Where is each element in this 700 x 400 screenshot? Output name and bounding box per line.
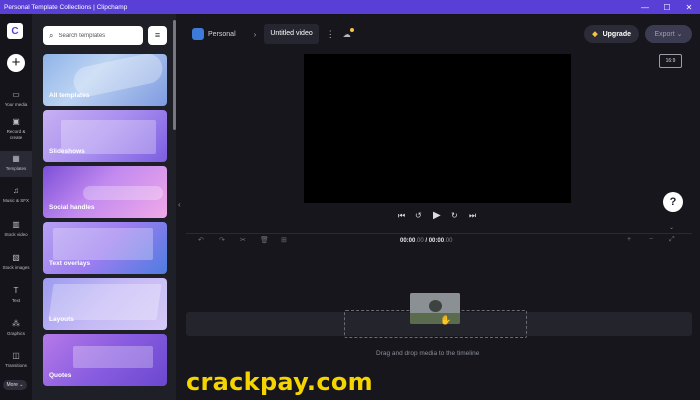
filter-button[interactable]: ≡ xyxy=(148,26,167,45)
add-to-library-icon[interactable]: ⊞ xyxy=(281,236,287,244)
undo-icon[interactable]: ↶ xyxy=(198,236,204,244)
rail-item-templates[interactable]: ▦ Templates xyxy=(0,151,32,177)
drop-hint-text: Drag and drop media to the timeline xyxy=(376,350,480,357)
close-button[interactable]: ✕ xyxy=(678,0,700,14)
card-decoration xyxy=(73,346,153,368)
film-icon: ▥ xyxy=(12,220,20,229)
split-icon[interactable]: ✂ xyxy=(240,236,246,244)
workspace-name[interactable]: Personal xyxy=(208,31,236,38)
project-name[interactable]: Untitled video xyxy=(264,24,319,44)
forward-5s-icon[interactable]: ↻ xyxy=(451,211,458,220)
image-icon: ▧ xyxy=(12,253,20,262)
rail-item-your-media[interactable]: ▭ Your media xyxy=(0,90,32,108)
breadcrumb-chevron-icon: › xyxy=(253,29,257,39)
rail-item-text[interactable]: T Text xyxy=(0,286,32,304)
workspace-icon xyxy=(192,28,204,40)
camera-icon: ▣ xyxy=(12,117,20,126)
skip-forward-icon[interactable]: ⏭ xyxy=(469,211,476,221)
card-decoration xyxy=(48,284,162,320)
rail-item-record-create[interactable]: ▣ Record & create xyxy=(0,117,32,140)
folder-icon: ▭ xyxy=(12,90,20,99)
aspect-ratio-button[interactable]: 16:9 xyxy=(659,54,682,68)
templates-panel: ⌕ ≡ All templates Slideshows Social hand… xyxy=(32,14,176,400)
maximize-button[interactable]: ☐ xyxy=(656,0,678,14)
templates-icon: ▦ xyxy=(12,154,20,163)
window-title: Personal Template Collections | Clipcham… xyxy=(4,3,128,11)
sync-status-dot xyxy=(349,27,354,32)
rail-item-music-sfx[interactable]: ♫ Music & SFX xyxy=(0,186,32,204)
fit-timeline-icon[interactable]: ⤢ xyxy=(669,236,675,244)
video-preview[interactable] xyxy=(304,54,571,203)
template-card-quotes[interactable]: Quotes xyxy=(43,334,167,386)
timecode: 00:00.00 / 00:00.00 xyxy=(400,238,453,244)
transitions-icon: ◫ xyxy=(12,351,20,360)
template-card-social-handles[interactable]: Social handles xyxy=(43,166,167,218)
skip-back-icon[interactable]: ⏮ xyxy=(398,211,405,221)
card-decoration xyxy=(53,228,153,260)
diamond-icon: ◆ xyxy=(592,31,598,38)
grab-cursor-icon: ✋ xyxy=(440,315,452,325)
search-icon: ⌕ xyxy=(49,30,54,40)
text-icon: T xyxy=(13,286,19,295)
clipchamp-logo: C xyxy=(7,23,23,39)
export-button[interactable]: Export ⌄ xyxy=(645,25,692,43)
help-collapse-icon[interactable]: ⌄ xyxy=(669,224,674,231)
rewind-5s-icon[interactable]: ↺ xyxy=(415,211,422,220)
search-input[interactable] xyxy=(58,32,134,39)
template-card-slideshows[interactable]: Slideshows xyxy=(43,110,167,162)
delete-icon[interactable]: 🗑 xyxy=(260,236,269,244)
left-rail: C + ▭ Your media ▣ Record & create ▦ Tem… xyxy=(0,14,32,400)
redo-icon[interactable]: ↷ xyxy=(219,236,225,244)
filter-icon: ≡ xyxy=(154,30,161,40)
card-decoration xyxy=(83,186,163,200)
title-bar: Personal Template Collections | Clipcham… xyxy=(0,0,700,14)
template-card-text-overlays[interactable]: Text overlays xyxy=(43,222,167,274)
minimize-button[interactable]: — xyxy=(634,0,656,14)
search-box[interactable]: ⌕ xyxy=(43,26,143,45)
rail-item-stock-video[interactable]: ▥ Stock video xyxy=(0,220,32,238)
music-icon: ♫ xyxy=(13,186,19,195)
template-card-layouts[interactable]: Layouts xyxy=(43,278,167,330)
rail-item-graphics[interactable]: ⁂ Graphics xyxy=(0,319,32,337)
upgrade-button[interactable]: ◆ Upgrade xyxy=(584,25,639,43)
more-options-icon[interactable]: ⋮ xyxy=(326,29,335,40)
play-icon[interactable]: ▶ xyxy=(433,210,441,221)
top-bar: Personal › Untitled video ⋮ ☁ ◆ Upgrade E… xyxy=(186,22,692,46)
shapes-icon: ⁂ xyxy=(12,319,20,328)
zoom-in-icon[interactable]: + xyxy=(627,236,631,243)
template-card-all[interactable]: All templates xyxy=(43,54,167,106)
more-button[interactable]: More ⌄ xyxy=(3,380,27,390)
rail-item-stock-images[interactable]: ▧ Stock images xyxy=(0,253,32,271)
dragged-media-thumbnail[interactable] xyxy=(410,293,460,324)
rail-item-transitions[interactable]: ◫ Transitions xyxy=(0,351,32,369)
watermark-text: crackpay.com xyxy=(186,368,373,396)
create-button[interactable]: + xyxy=(7,54,25,72)
cloud-sync-icon[interactable]: ☁ xyxy=(343,27,354,39)
zoom-out-icon[interactable]: − xyxy=(649,236,653,243)
help-button[interactable]: ? xyxy=(663,192,683,212)
collapse-panel-icon[interactable]: ‹ xyxy=(178,200,181,209)
tree-image xyxy=(429,300,442,312)
